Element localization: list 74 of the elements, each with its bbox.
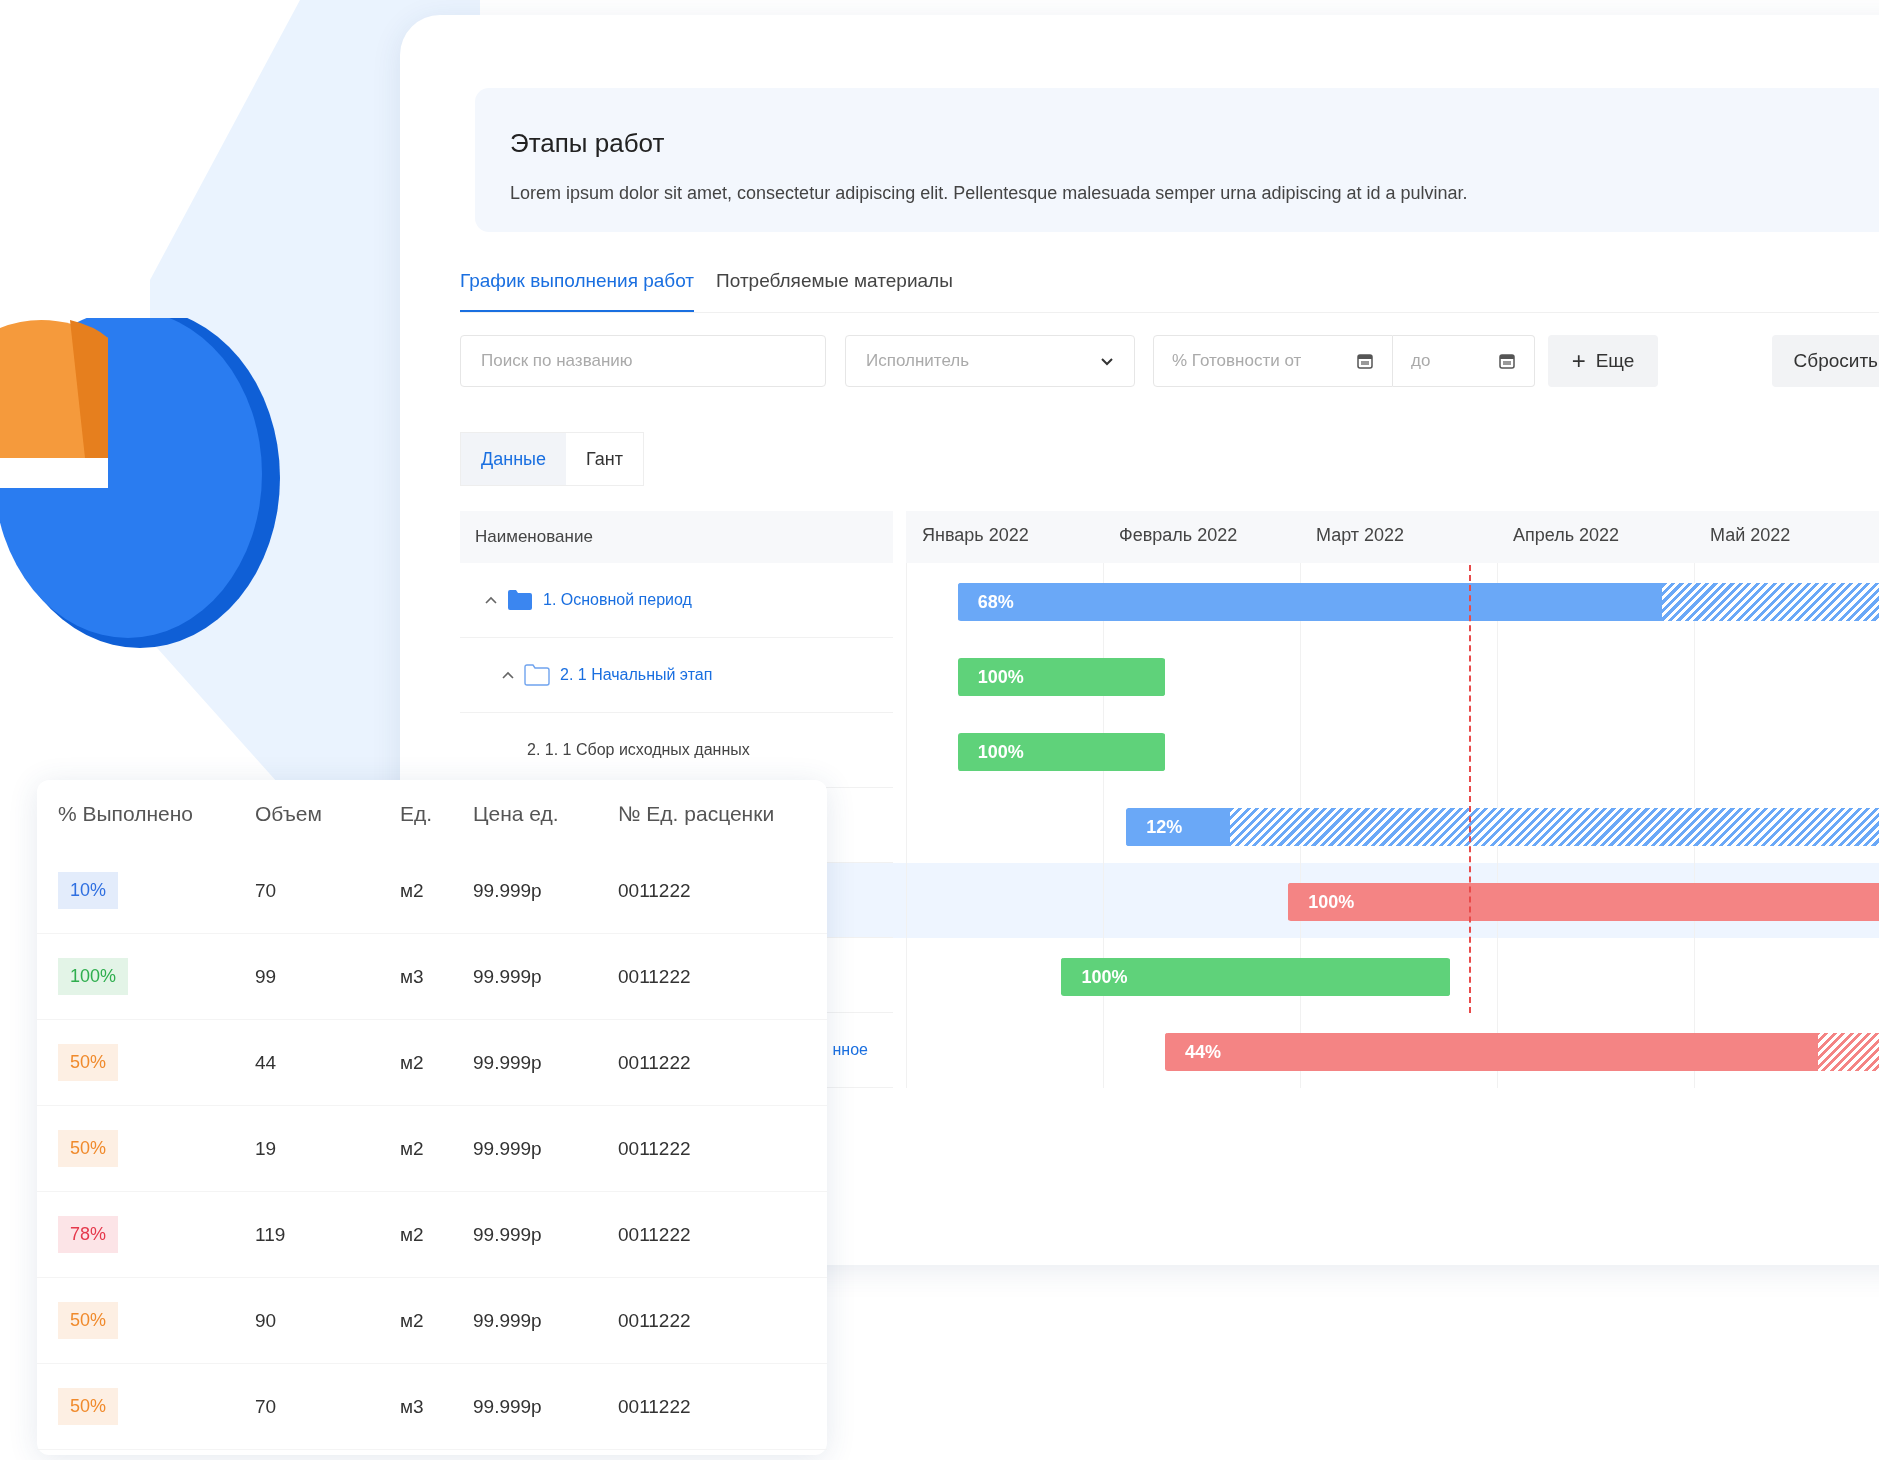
progress-badge: 50% [58, 1302, 119, 1339]
table-cell-text: 0011222 [617, 1051, 692, 1074]
progress-badge: 50% [58, 1388, 119, 1425]
table-cell-text: м2 [399, 1223, 425, 1246]
table-cell-text: 44 [254, 1051, 278, 1074]
tab[interactable]: График выполнения работ [460, 262, 695, 312]
table-cell-text: м3 [399, 965, 425, 988]
folder-outline-icon [524, 664, 550, 686]
description-text: Lorem ipsum dolor sit amet, consectetur adipiscing elit. Pellentesque malesuada semper urna adipiscing at id a pulvinar. [510, 183, 1469, 204]
folder-icon [507, 589, 533, 611]
column-header: Цена ед. [472, 802, 560, 826]
progress-bar: 100% [1288, 883, 1879, 921]
month-header: Январь 2022 [921, 524, 1030, 547]
table-cell-text: 0011222 [617, 879, 692, 902]
reset-button[interactable]: Сбросить [1771, 335, 1879, 387]
more-button[interactable]: + Еще [1548, 335, 1658, 387]
table-cell-text: 0011222 [617, 1223, 692, 1246]
table-cell-text: 0011222 [617, 1395, 692, 1418]
table-cell-text: м2 [399, 1137, 425, 1160]
chevron-up-icon[interactable] [502, 671, 514, 679]
month-header: Апрель 2022 [1512, 524, 1621, 547]
table-cell-text: 70 [254, 1395, 278, 1418]
table-cell-text: 0011222 [617, 1309, 692, 1332]
table-cell-text: 99.999р [472, 1137, 543, 1160]
progress-bar: 100% [1061, 958, 1451, 996]
progress-badge: 50% [58, 1044, 119, 1081]
date-field[interactable]: % Готовности от [1153, 335, 1393, 387]
month-header: Март 2022 [1315, 524, 1406, 547]
progress-bar: 68% [957, 583, 1879, 621]
date-field[interactable]: до [1393, 335, 1535, 387]
column-header: Ед. [399, 802, 434, 826]
table-cell-text: 99.999р [472, 1309, 543, 1332]
progress-bar: 100% [957, 658, 1166, 696]
table-cell-text: м2 [399, 1051, 425, 1074]
calendar-icon [1357, 353, 1373, 369]
table-cell-text: 19 [254, 1137, 278, 1160]
column-header: % Выполнено [57, 802, 194, 826]
table-cell-text: 99.999р [472, 1395, 543, 1418]
calendar-icon [1499, 353, 1515, 369]
progress-badge: 10% [58, 872, 119, 909]
table-cell-text: 99.999р [472, 1223, 543, 1246]
search-field[interactable]: Поиск по названию [460, 335, 826, 387]
table-cell-text: 70 [254, 879, 278, 902]
table-cell-text: 99.999р [472, 879, 543, 902]
table-cell-text: м2 [399, 1309, 425, 1332]
stage-link[interactable]: 1. Основной период [543, 591, 692, 609]
progress-bar: 100% [957, 733, 1166, 771]
task-name: 2. 1. 1 Сбор исходных данных [526, 741, 750, 759]
progress-bar: 44% [1165, 1033, 1879, 1071]
view-toggle-button[interactable]: Данные [461, 433, 567, 485]
month-header: Май 2022 [1709, 524, 1792, 547]
page-title: Этапы работ [510, 128, 666, 159]
month-header: Февраль 2022 [1118, 524, 1239, 547]
table-cell-text: м3 [399, 1395, 425, 1418]
progress-badge: 78% [58, 1216, 119, 1253]
table-cell-text: 99.999р [472, 965, 543, 988]
progress-badge: 100% [58, 958, 129, 995]
column-header: Наименование [460, 511, 893, 563]
progress-bar: 12% [1126, 808, 1879, 846]
chevron-down-icon [1100, 356, 1114, 366]
stage-link[interactable]: нное [832, 1041, 868, 1059]
table-cell-text: 0011222 [617, 965, 692, 988]
table-cell-text: 119 [254, 1223, 287, 1246]
table-cell-text: 99 [254, 965, 278, 988]
column-header: Объем [254, 802, 323, 826]
tab[interactable]: Потребляемые материалы [716, 262, 953, 312]
column-header: № Ед. расценки [617, 802, 776, 826]
table-cell-text: 99.999р [472, 1051, 543, 1074]
chevron-up-icon[interactable] [485, 596, 497, 604]
table-cell-text: 90 [254, 1309, 278, 1332]
table-cell-text: 0011222 [617, 1137, 692, 1160]
table-cell-text: м2 [399, 879, 425, 902]
progress-badge: 50% [58, 1130, 119, 1167]
stage-link[interactable]: 2. 1 Начальный этап [560, 666, 713, 684]
